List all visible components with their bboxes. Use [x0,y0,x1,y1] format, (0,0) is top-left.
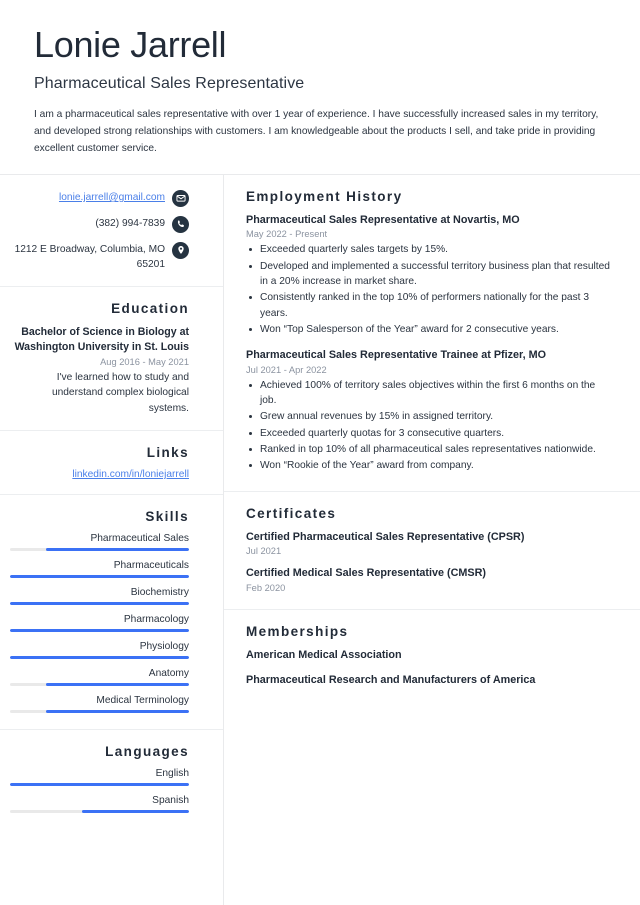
job-bullet: Won “Top Salesperson of the Year” award … [246,322,614,337]
membership-item: Pharmaceutical Research and Manufacturer… [246,674,536,687]
education-heading: Education [111,301,189,317]
skill-level-fill [45,682,189,686]
contact-row-address: 1212 E Broadway, Columbia, MO 65201 [10,241,189,273]
employment-history-heading: Employment History [246,188,403,204]
education-block: Education Bachelor of Science in Biology… [0,287,223,431]
certificate-item: Certified Medical Sales Representative (… [246,566,614,593]
address-value: 1212 E Broadway, Columbia, MO 65201 [14,243,165,270]
skill-level-track [10,682,189,686]
skill-item: Pharmaceutical Sales [10,533,189,551]
job-bullet: Achieved 100% of territory sales objecti… [246,378,614,409]
education-date: Aug 2016 - May 2021 [100,357,189,368]
job-entry: Pharmaceutical Sales Representative at N… [246,213,614,337]
language-level-track [10,809,189,813]
certificate-item: Certified Pharmaceutical Sales Represent… [246,530,614,557]
skill-level-fill [10,628,189,632]
contact-block: lonie.jarrell@gmail.com (382) 994-7839 1… [0,175,223,288]
memberships-heading: Memberships [246,623,349,639]
certificate-date: Jul 2021 [246,546,282,557]
education-item: Bachelor of Science in Biology at Washin… [10,325,189,416]
employment-history-block: Employment History Pharmaceutical Sales … [224,175,640,492]
job-bullet: Won “Rookie of the Year” award from comp… [246,458,614,473]
language-level-fill [81,809,189,813]
language-label: Spanish [152,794,189,806]
skill-item: Medical Terminology [10,695,189,713]
job-entry-title: Pharmaceutical Sales Representative Trai… [246,349,547,362]
language-level-track [10,782,189,786]
skills-block: Skills Pharmaceutical Sales Pharmaceutic… [0,495,223,730]
certificate-name: Certified Medical Sales Representative (… [246,567,487,580]
skill-label: Pharmaceutical Sales [90,532,189,544]
skill-level-fill [10,601,189,605]
contact-row-email[interactable]: lonie.jarrell@gmail.com [10,189,189,207]
sidebar-column: lonie.jarrell@gmail.com (382) 994-7839 1… [0,174,224,905]
skill-level-track [10,601,189,605]
memberships-block: Memberships American Medical Association… [224,610,640,704]
resume-page: Lonie Jarrell Pharmaceutical Sales Repre… [0,0,640,905]
links-heading: Links [146,444,189,460]
location-pin-icon [172,241,189,259]
job-entry-bullets: Exceeded quarterly sales targets by 15%.… [246,242,614,337]
job-entry-date: Jul 2021 - Apr 2022 [246,364,327,375]
education-description: I've learned how to study and understand… [51,372,189,414]
skill-item: Pharmacology [10,614,189,632]
professional-summary: I am a pharmaceutical sales representati… [34,109,599,155]
language-item: English [10,768,189,786]
skill-label: Anatomy [148,667,189,679]
job-bullet: Grew annual revenues by 15% in assigned … [246,409,614,424]
language-level-fill [10,782,189,786]
links-block: Links linkedin.com/in/loniejarrell [0,431,223,495]
skill-item: Physiology [10,641,189,659]
skill-item: Biochemistry [10,587,189,605]
languages-block: Languages English Spanish [0,730,223,829]
skill-label: Physiology [139,640,189,652]
skill-item: Pharmaceuticals [10,560,189,578]
skill-label: Biochemistry [130,586,189,598]
language-item: Spanish [10,795,189,813]
certificates-heading: Certificates [246,505,337,521]
job-entry-date: May 2022 - Present [246,229,328,240]
skills-heading: Skills [145,508,189,524]
skill-level-track [10,628,189,632]
skill-level-fill [45,709,189,713]
skill-level-fill [45,547,189,551]
job-entry-bullets: Achieved 100% of territory sales objecti… [246,378,614,474]
skill-label: Medical Terminology [96,694,189,706]
job-bullet: Ranked in top 10% of all pharmaceutical … [246,442,614,457]
education-degree: Bachelor of Science in Biology at Washin… [14,326,189,354]
job-bullet: Developed and implemented a successful t… [246,259,614,290]
job-entry-title: Pharmaceutical Sales Representative at N… [246,213,520,226]
skill-label: Pharmacology [123,613,189,625]
resume-header: Lonie Jarrell Pharmaceutical Sales Repre… [0,0,640,174]
phone-value: (382) 994-7839 [95,217,165,229]
skill-label: Pharmaceuticals [113,559,189,571]
job-entry: Pharmaceutical Sales Representative Trai… [246,348,614,473]
skill-item: Anatomy [10,668,189,686]
contact-row-phone: (382) 994-7839 [10,215,189,233]
job-bullet: Exceeded quarterly quotas for 3 consecut… [246,426,614,441]
language-label: English [155,767,189,779]
link-item-linkedin[interactable]: linkedin.com/in/loniejarrell [10,469,189,480]
skill-level-track [10,655,189,659]
skill-level-track [10,574,189,578]
certificate-date: Feb 2020 [246,582,286,593]
certificates-block: Certificates Certified Pharmaceutical Sa… [224,492,640,610]
job-bullet: Exceeded quarterly sales targets by 15%. [246,242,614,257]
skill-level-fill [10,574,189,578]
skill-level-track [10,709,189,713]
skill-level-fill [10,655,189,659]
resume-body: lonie.jarrell@gmail.com (382) 994-7839 1… [0,174,640,905]
envelope-icon [172,189,189,207]
main-column: Employment History Pharmaceutical Sales … [224,175,640,905]
skill-level-track [10,547,189,551]
languages-heading: Languages [105,743,189,759]
membership-item: American Medical Association [246,648,402,661]
phone-icon [172,215,189,233]
job-bullet: Consistently ranked in the top 10% of pe… [246,290,614,321]
email-value[interactable]: lonie.jarrell@gmail.com [59,189,165,206]
page-title: Lonie Jarrell [34,24,227,65]
certificate-name: Certified Pharmaceutical Sales Represent… [246,530,525,543]
job-title-subheading: Pharmaceutical Sales Representative [34,75,305,93]
